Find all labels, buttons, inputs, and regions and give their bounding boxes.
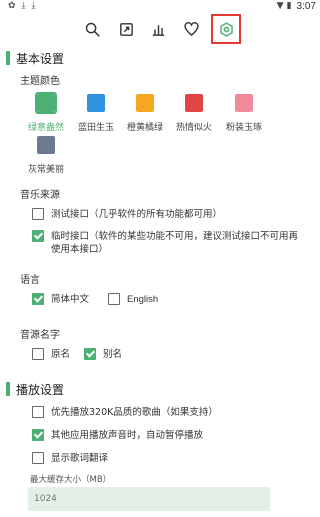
source-name-label: 音源名字 [20,330,60,341]
music-source-text: 测试接口（几乎软件的所有功能都可用） [51,209,223,220]
theme-swatch-frame [35,92,57,114]
language-label: 语言 [20,275,40,286]
theme-option-pink[interactable]: 粉装玉琢 [220,92,268,136]
source-name-option[interactable]: 原名 [32,348,70,361]
music-source-option[interactable]: 测试接口（几乎软件的所有功能都可用） [32,208,302,221]
theme-swatch-frame [85,92,107,114]
wifi-icon: ▼ [276,1,284,11]
theme-name: 粉装玉琢 [225,123,262,133]
language-text: English [127,294,159,305]
app-notification-icon: ✿ [8,1,16,11]
status-bar-left: ✿ ⤓ ⤓ [8,0,36,12]
playback-option[interactable]: 其他应用播放声音时，自动暂停播放 [32,429,302,442]
theme-name: 热情似火 [175,123,212,133]
playback-option-text: 优先播放320K品质的歌曲（如果支持） [51,407,218,418]
basic-settings-header: 基本设置 [0,50,64,66]
checkbox[interactable] [32,452,44,464]
music-source-text: 临时接口（软件的某些功能不可用，建议测试接口不可用再使用本接口） [51,231,299,255]
status-bar-right: ▼ ▮ 3:07 [277,0,316,12]
theme-swatch-frame [134,92,156,114]
language-option[interactable]: English [108,293,158,306]
source-name-text: 别名 [103,349,123,360]
chart-icon [152,24,164,36]
theme-option-green[interactable]: 绿意盎然 [22,92,70,136]
playback-option-text: 其他应用播放声音时，自动暂停播放 [51,430,204,441]
basic-settings-title: 基本设置 [16,51,65,66]
download-icon: ⤓ [21,1,26,11]
theme-option-blue[interactable]: 蓝田生玉 [72,92,120,136]
status-time: 3:07 [296,0,316,12]
checkbox[interactable] [32,230,44,242]
status-bar: ✿ ⤓ ⤓ ▼ ▮ 3:07 [0,0,320,12]
music-source-label: 音乐来源 [20,190,60,201]
checkbox[interactable] [32,406,44,418]
theme-swatch [136,94,154,112]
checkbox[interactable] [32,429,44,441]
section-accent-bar [6,51,10,65]
favorites-button[interactable] [178,16,204,42]
theme-swatch-frame [183,92,205,114]
search-button[interactable] [79,16,105,42]
source-name-option[interactable]: 别名 [84,348,122,361]
theme-color-label: 主题颜色 [20,76,60,87]
playback-option[interactable]: 显示歌词翻译 [32,452,302,465]
theme-name: 灰常美丽 [27,165,64,175]
language-text: 简体中文 [51,294,90,305]
top-toolbar [0,12,320,44]
theme-swatch [185,94,203,112]
theme-option-red[interactable]: 热情似火 [170,92,218,136]
theme-swatch-frame [233,92,255,114]
section-accent-bar [6,382,10,396]
settings-button[interactable] [211,14,241,44]
theme-swatch [235,94,253,112]
download-icon-2: ⤓ [31,1,36,11]
cache-size-label: 最大缓存大小（MB） [30,475,112,485]
theme-option-orange[interactable]: 橙黄橘绿 [121,92,169,136]
checkbox[interactable] [84,348,96,360]
search-icon [85,22,100,37]
playback-option[interactable]: 优先播放320K品质的歌曲（如果支持） [32,406,302,419]
theme-name: 绿意盎然 [27,123,64,133]
checkbox[interactable] [108,293,120,305]
theme-option-gray[interactable]: 灰常美丽 [22,134,70,178]
leaderboard-button[interactable] [145,16,171,42]
checkbox[interactable] [32,208,44,220]
theme-name: 蓝田生玉 [77,123,114,133]
playback-option-text: 显示歌词翻译 [51,453,109,464]
checkbox[interactable] [32,293,44,305]
language-option[interactable]: 简体中文 [32,293,89,306]
checkbox[interactable] [32,348,44,360]
playback-settings-header: 播放设置 [0,381,64,397]
theme-swatch [37,94,55,112]
source-name-text: 原名 [51,349,71,360]
music-source-option[interactable]: 临时接口（软件的某些功能不可用，建议测试接口不可用再使用本接口） [32,230,302,256]
theme-swatch [37,136,55,154]
settings-icon [219,21,233,37]
theme-swatch [87,94,105,112]
cache-size-input[interactable] [28,487,270,511]
theme-swatch-frame [35,134,57,156]
share-icon [119,22,133,36]
theme-name: 橙黄橘绿 [126,123,163,133]
share-button[interactable] [113,16,139,42]
heart-icon [183,21,199,36]
playback-settings-title: 播放设置 [16,382,65,397]
battery-icon: ▮ [286,1,292,11]
